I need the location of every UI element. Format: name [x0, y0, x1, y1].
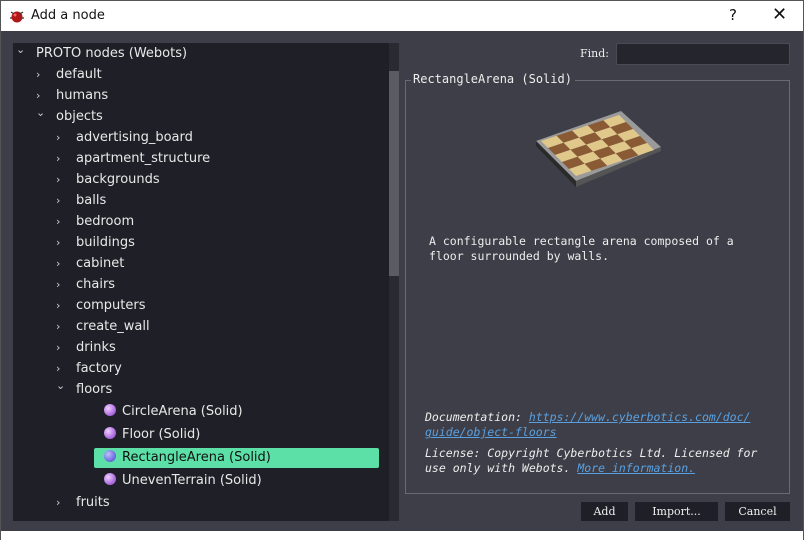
tree-item-label: PROTO nodes (Webots)	[36, 46, 188, 61]
proto-node-icon	[104, 427, 116, 439]
dialog-window: Add a node ? ✕ ⌄ PROTO nodes (Webots) › def…	[0, 0, 804, 540]
tree-folder-item[interactable]: › humans	[36, 86, 109, 106]
chevron-right-icon[interactable]: ›	[36, 65, 46, 85]
license-text: License: Copyright Cyberbotics Ltd. Lice…	[425, 446, 758, 460]
license-text: use only with Webots.	[425, 461, 571, 475]
chevron-right-icon[interactable]: ›	[56, 233, 66, 253]
node-tree[interactable]: ⌄ PROTO nodes (Webots) › default › humans ⌄ obj…	[13, 43, 399, 521]
import-button[interactable]: Import...	[635, 502, 718, 521]
chevron-right-icon[interactable]: ›	[56, 493, 66, 513]
node-details-title: RectangleArena (Solid)	[411, 72, 575, 86]
tree-folder-item[interactable]: › chairs	[56, 275, 116, 295]
tree-item-label: humans	[56, 88, 109, 103]
tree-folder-item[interactable]: ⌄ objects	[36, 106, 103, 127]
tree-folder-item[interactable]: ⌄ PROTO nodes (Webots)	[16, 43, 188, 64]
documentation: Documentation: https://www.cyberbotics.c…	[425, 410, 750, 440]
license: License: Copyright Cyberbotics Ltd. Lice…	[425, 446, 757, 476]
scrollbar-thumb[interactable]	[389, 71, 399, 276]
tree-item-label: backgrounds	[76, 172, 160, 187]
tree-scrollbar[interactable]	[389, 43, 399, 521]
chevron-right-icon[interactable]: ›	[56, 149, 66, 169]
tree-leaf-item[interactable]: RectangleArena (Solid)	[94, 448, 379, 468]
close-button[interactable]: ✕	[772, 4, 787, 25]
chevron-down-icon[interactable]: ⌄	[16, 43, 26, 60]
tree-item-label: buildings	[76, 235, 135, 250]
node-description: A configurable rectangle arena composed …	[429, 234, 734, 264]
node-preview-image	[536, 111, 661, 187]
tree-folder-item[interactable]: › apartment_structure	[56, 149, 211, 169]
title-bar: Add a node ? ✕	[1, 1, 803, 31]
tree-item-label: CircleArena (Solid)	[122, 404, 243, 419]
tree-item-label: RectangleArena (Solid)	[122, 450, 271, 465]
description-line: A configurable rectangle arena composed …	[429, 234, 734, 248]
description-line: floor surrounded by walls.	[429, 249, 610, 263]
documentation-label: Documentation:	[425, 410, 522, 424]
tree-folder-item[interactable]: › backgrounds	[56, 170, 160, 190]
tree-folder-item[interactable]: › fruits	[56, 493, 110, 513]
cancel-button[interactable]: Cancel	[725, 502, 790, 521]
documentation-link[interactable]: https://www.cyberbotics.com/doc/	[529, 410, 751, 424]
window-title: Add a node	[31, 8, 105, 23]
dialog-bottom-edge	[1, 531, 803, 540]
tree-folder-item[interactable]: › computers	[56, 296, 146, 316]
tree-item-label: drinks	[76, 340, 116, 355]
tree-item-label: Floor (Solid)	[122, 427, 201, 442]
tree-item-label: computers	[76, 298, 146, 313]
chevron-right-icon[interactable]: ›	[56, 338, 66, 358]
tree-folder-item[interactable]: › create_wall	[56, 317, 150, 337]
proto-node-icon	[104, 450, 116, 462]
chevron-down-icon[interactable]: ⌄	[56, 376, 66, 396]
tree-item-label: balls	[76, 193, 107, 208]
help-button[interactable]: ?	[729, 6, 737, 24]
tree-folder-item[interactable]: ⌄ floors	[56, 379, 113, 400]
tree-folder-item[interactable]: › factory	[56, 359, 122, 379]
chevron-right-icon[interactable]: ›	[56, 317, 66, 337]
tree-folder-item[interactable]: › default	[36, 65, 102, 85]
tree-folder-item[interactable]: › balls	[56, 191, 107, 211]
more-information-link[interactable]: More information.	[577, 461, 695, 475]
chevron-right-icon[interactable]: ›	[56, 170, 66, 190]
webots-logo-icon	[10, 11, 24, 23]
tree-item-label: floors	[76, 382, 113, 397]
tree-item-label: factory	[76, 361, 122, 376]
tree-item-label: chairs	[76, 277, 116, 292]
tree-item-label: fruits	[76, 495, 110, 510]
proto-node-icon	[104, 404, 116, 416]
chevron-right-icon[interactable]: ›	[56, 212, 66, 232]
tree-item-label: cabinet	[76, 256, 125, 271]
tree-item-label: apartment_structure	[76, 151, 211, 166]
tree-item-label: objects	[56, 109, 103, 124]
chevron-right-icon[interactable]: ›	[56, 254, 66, 274]
find-input[interactable]	[616, 43, 790, 65]
chevron-down-icon[interactable]: ⌄	[36, 103, 46, 123]
tree-item-label: default	[56, 67, 102, 82]
chevron-right-icon[interactable]: ›	[56, 296, 66, 316]
add-button[interactable]: Add	[581, 502, 628, 521]
tree-leaf-item[interactable]: CircleArena (Solid)	[94, 402, 243, 422]
chevron-right-icon[interactable]: ›	[56, 191, 66, 211]
proto-node-icon	[104, 473, 116, 485]
documentation-link-cont[interactable]: guide/object-floors	[425, 425, 557, 439]
tree-folder-item[interactable]: › drinks	[56, 338, 116, 358]
tree-item-label: UnevenTerrain (Solid)	[122, 473, 262, 488]
tree-item-label: advertising_board	[76, 130, 193, 145]
tree-leaf-item[interactable]: UnevenTerrain (Solid)	[94, 471, 262, 491]
tree-folder-item[interactable]: › bedroom	[56, 212, 135, 232]
tree-leaf-item[interactable]: Floor (Solid)	[94, 425, 200, 445]
tree-folder-item[interactable]: › buildings	[56, 233, 135, 253]
find-label: Find:	[580, 47, 609, 60]
tree-folder-item[interactable]: › cabinet	[56, 254, 125, 274]
tree-folder-item[interactable]: › advertising_board	[56, 128, 193, 148]
chevron-right-icon[interactable]: ›	[56, 275, 66, 295]
chevron-right-icon[interactable]: ›	[56, 128, 66, 148]
tree-item-label: bedroom	[76, 214, 135, 229]
tree-item-label: create_wall	[76, 319, 150, 334]
